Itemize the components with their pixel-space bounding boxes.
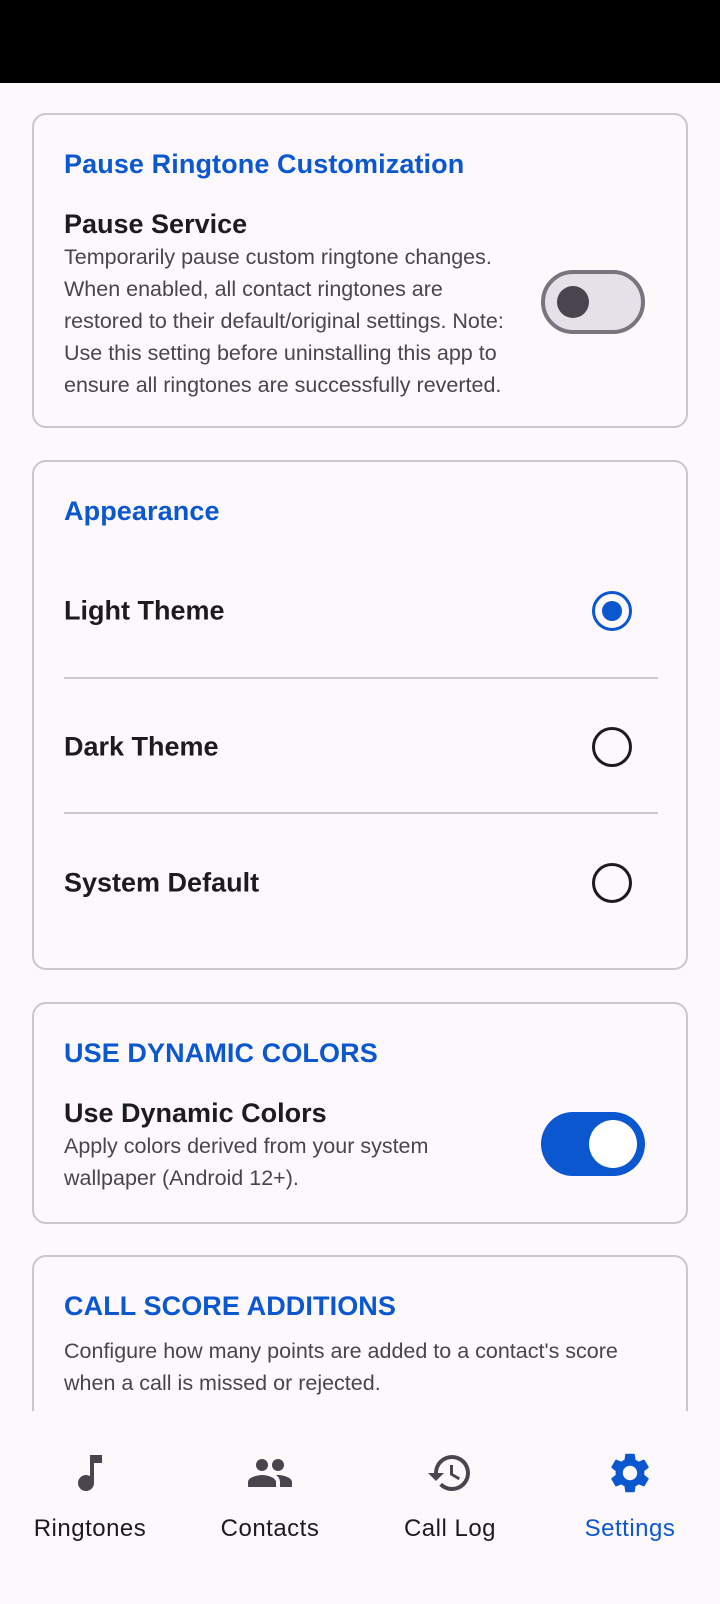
nav-item-contacts[interactable]: Contacts bbox=[180, 1411, 360, 1604]
appearance-card-title: Appearance bbox=[64, 496, 220, 526]
dynamic-colors-switch[interactable] bbox=[541, 1112, 645, 1176]
nav-label-ringtones: Ringtones bbox=[33, 1515, 147, 1542]
call-score-card-title: CALL SCORE ADDITIONS bbox=[64, 1291, 397, 1321]
dynamic-colors-description: Apply colors derived from your system wa… bbox=[64, 1134, 429, 1190]
pause-service-switch[interactable] bbox=[541, 270, 645, 334]
nav-item-call-log[interactable]: Call Log bbox=[360, 1411, 540, 1604]
pause-customization-card: Pause Ringtone Customization Pause Servi… bbox=[32, 113, 688, 428]
dynamic-colors-card: USE DYNAMIC COLORS Use Dynamic Colors Ap… bbox=[32, 1002, 688, 1224]
nav-label-contacts: Contacts bbox=[220, 1515, 320, 1542]
radio-button-selected[interactable] bbox=[592, 590, 632, 631]
status-bar bbox=[0, 0, 720, 83]
settings-content[interactable]: Pause Ringtone Customization Pause Servi… bbox=[0, 83, 720, 1411]
theme-option-label: Light Theme bbox=[64, 595, 225, 625]
bottom-navigation-bar: Ringtones Contacts Call Log Settings bbox=[0, 1411, 720, 1604]
radio-button[interactable] bbox=[592, 726, 632, 767]
theme-option-label: Dark Theme bbox=[64, 731, 219, 761]
dynamic-colors-card-title: USE DYNAMIC COLORS bbox=[64, 1038, 378, 1068]
pause-service-label: Pause Service bbox=[64, 209, 248, 239]
dynamic-colors-label: Use Dynamic Colors bbox=[64, 1098, 327, 1128]
appearance-card: Appearance Light Theme Dark Theme System… bbox=[32, 460, 688, 970]
radio-button[interactable] bbox=[592, 862, 632, 903]
nav-item-ringtones[interactable]: Ringtones bbox=[0, 1411, 180, 1604]
theme-option-light[interactable]: Light Theme bbox=[64, 542, 658, 679]
switch-thumb bbox=[557, 286, 589, 318]
theme-option-dark[interactable]: Dark Theme bbox=[64, 678, 658, 815]
nav-label-call-log: Call Log bbox=[403, 1515, 497, 1542]
nav-item-settings[interactable]: Settings bbox=[540, 1411, 720, 1604]
pause-card-title: Pause Ringtone Customization bbox=[64, 149, 465, 179]
pause-service-description: Temporarily pause custom ringtone change… bbox=[64, 245, 504, 397]
people-icon bbox=[248, 1459, 292, 1487]
call-score-description: Configure how many points are added to a… bbox=[64, 1339, 618, 1395]
gear-icon bbox=[611, 1453, 649, 1493]
nav-label-settings: Settings bbox=[584, 1515, 676, 1542]
theme-option-system[interactable]: System Default bbox=[64, 814, 658, 951]
history-icon bbox=[428, 1455, 470, 1491]
switch-thumb bbox=[589, 1120, 637, 1168]
theme-option-label: System Default bbox=[64, 867, 260, 897]
call-score-card: CALL SCORE ADDITIONS Configure how many … bbox=[32, 1255, 688, 1411]
music-note-icon bbox=[78, 1455, 102, 1492]
